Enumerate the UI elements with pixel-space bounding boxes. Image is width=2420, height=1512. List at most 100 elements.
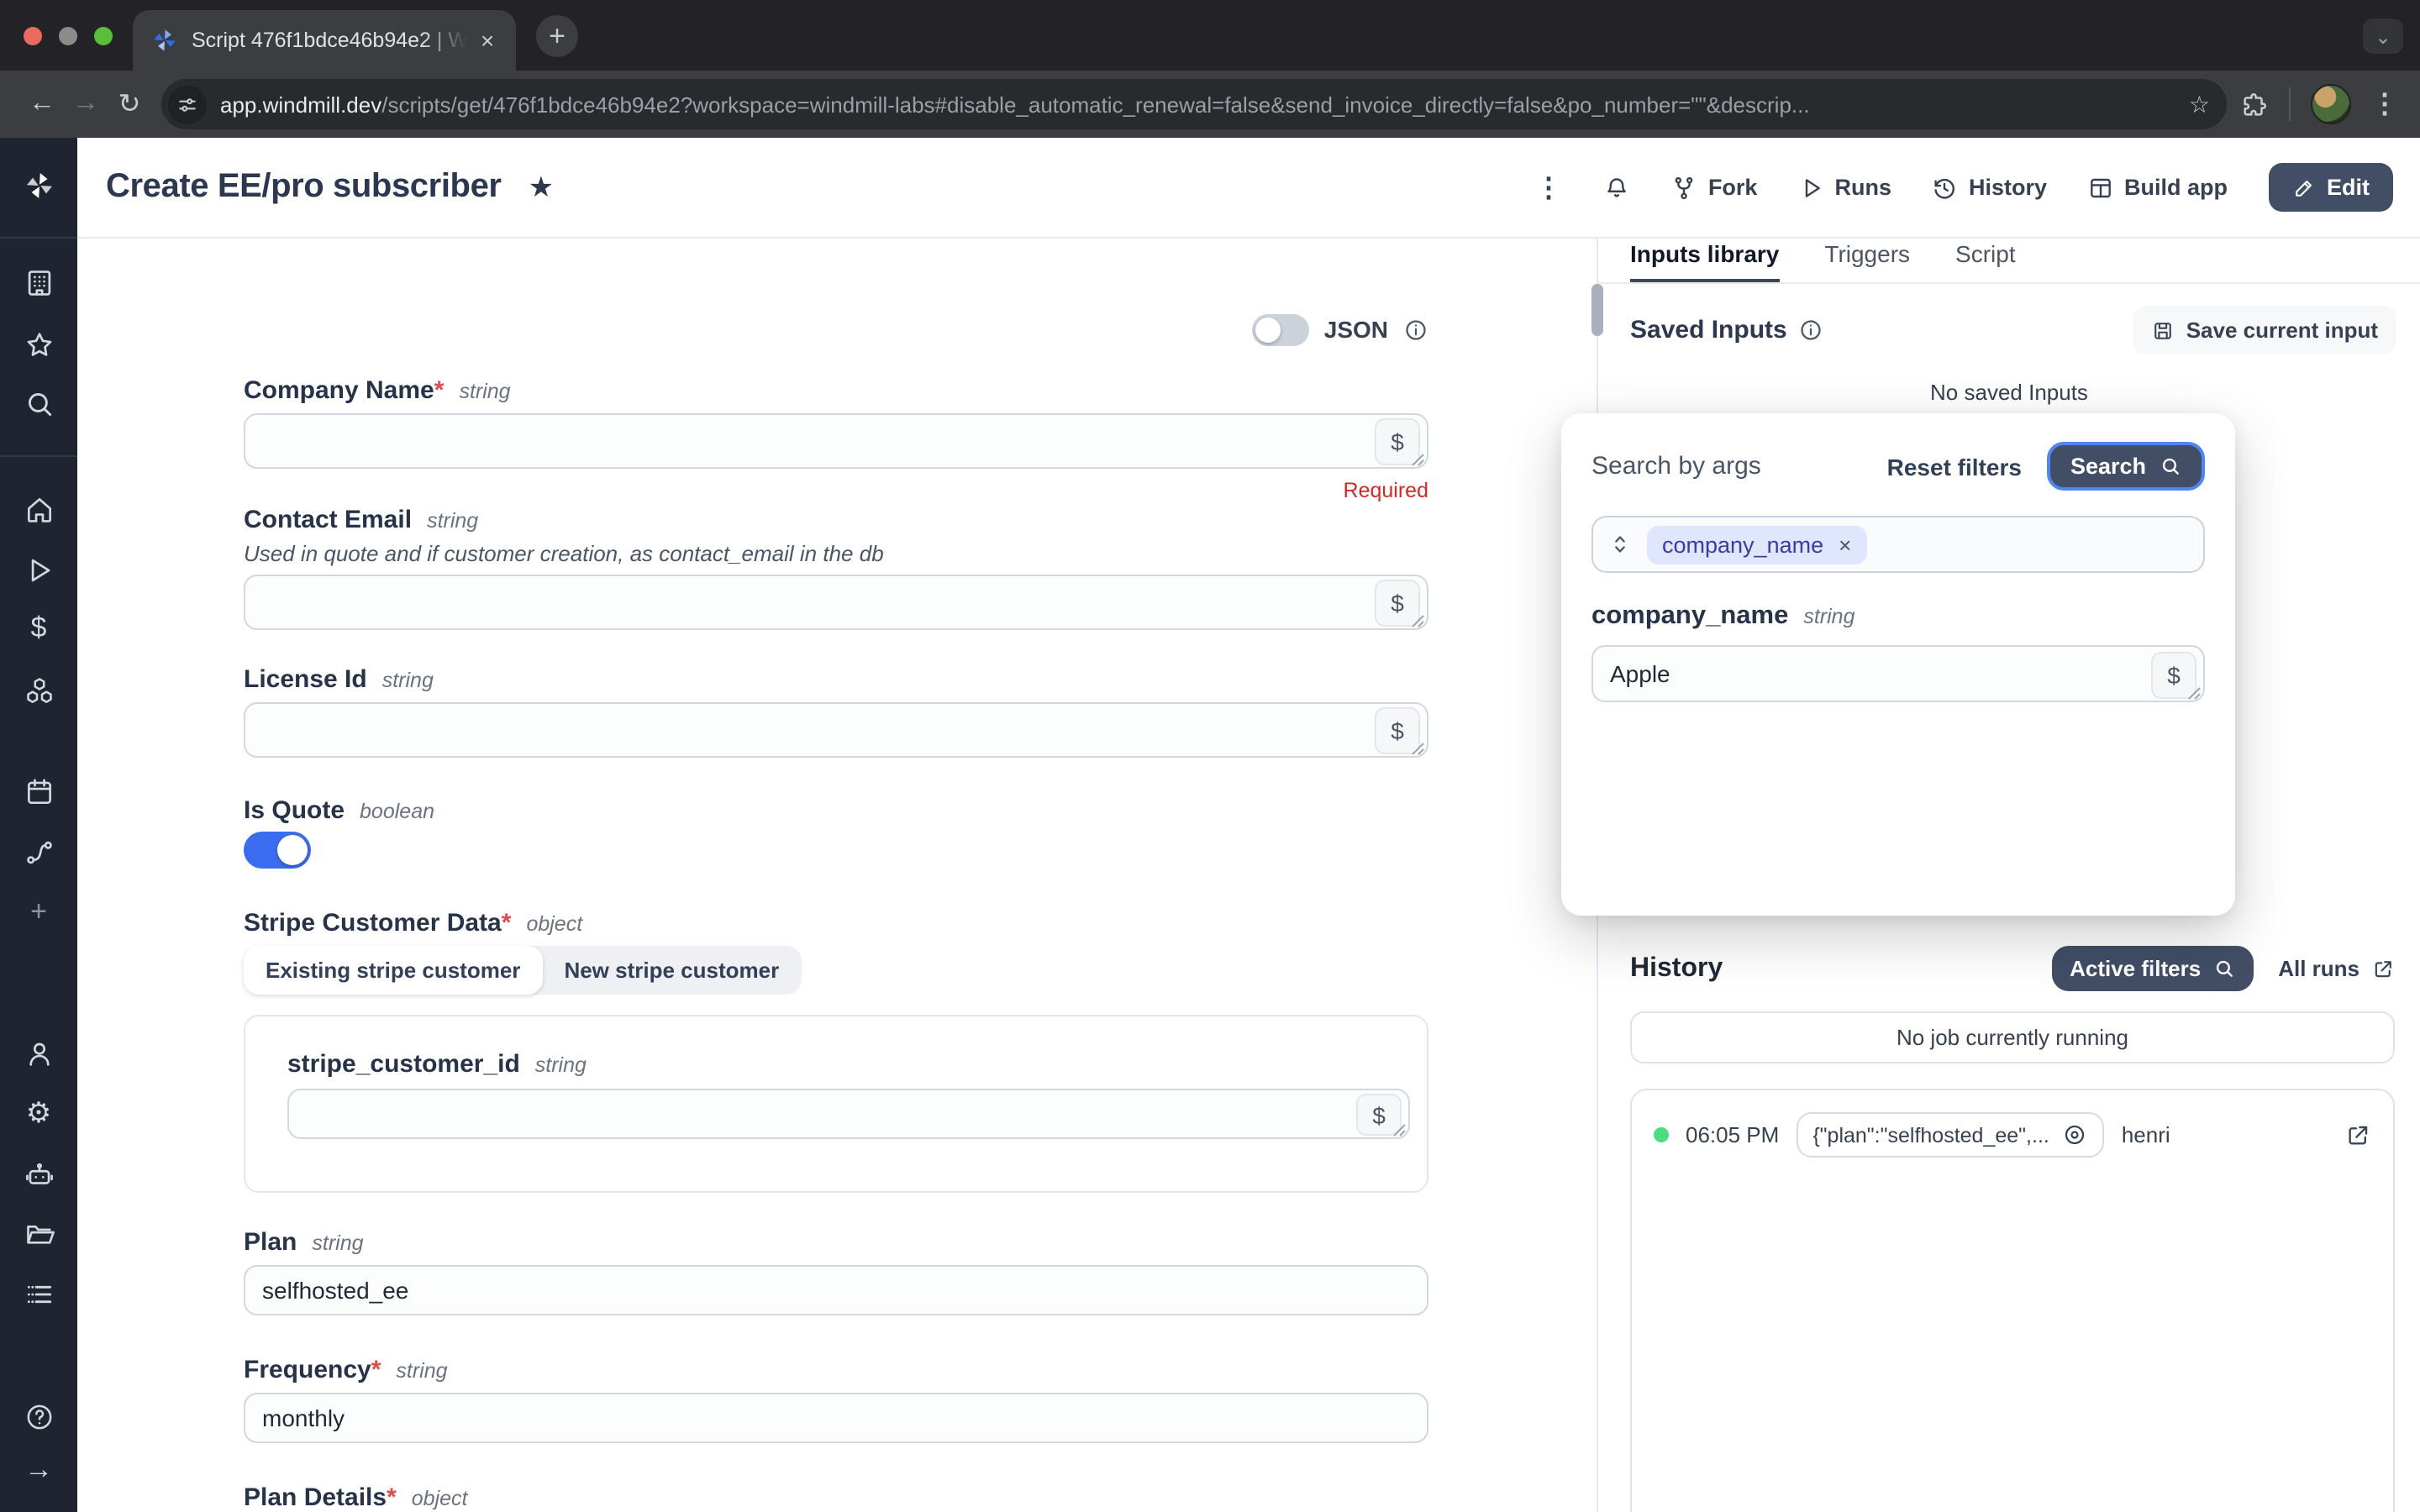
contact-email-input-field[interactable] bbox=[262, 589, 1360, 616]
close-window-button[interactable] bbox=[24, 27, 42, 45]
open-job-icon[interactable] bbox=[2344, 1121, 2371, 1148]
tab-search-chevron-icon[interactable]: ⌄ bbox=[2363, 18, 2403, 54]
tab-close-icon[interactable]: × bbox=[472, 25, 502, 55]
tab-existing-stripe-customer[interactable]: Existing stripe customer bbox=[244, 946, 542, 995]
sidebar-item-home[interactable] bbox=[23, 492, 55, 526]
stripe-customer-id-input-field[interactable] bbox=[306, 1100, 1341, 1127]
sidebar-item-audit-logs[interactable] bbox=[23, 1277, 55, 1310]
save-current-input-button[interactable]: Save current input bbox=[2133, 306, 2396, 354]
new-tab-button[interactable]: + bbox=[536, 15, 578, 57]
zoom-window-button[interactable] bbox=[94, 27, 113, 45]
history-button[interactable]: History bbox=[1932, 174, 2047, 201]
edit-button[interactable]: Edit bbox=[2268, 163, 2393, 212]
bookmark-star-icon[interactable]: ☆ bbox=[2189, 90, 2210, 118]
job-time: 06:05 PM bbox=[1686, 1122, 1779, 1147]
is-quote-toggle[interactable] bbox=[244, 832, 311, 869]
sidebar-item-runs[interactable] bbox=[23, 553, 55, 586]
resize-handle-icon[interactable] bbox=[1410, 613, 1425, 628]
macos-traffic-lights[interactable] bbox=[24, 27, 113, 45]
sidebar-item-folders[interactable] bbox=[23, 1216, 55, 1250]
runs-button[interactable]: Runs bbox=[1797, 174, 1891, 201]
sidebar-item-settings[interactable]: ⚙ bbox=[26, 1097, 52, 1131]
fork-button[interactable]: Fork bbox=[1671, 174, 1758, 201]
job-args-pill[interactable]: {"plan":"selfhosted_ee",... bbox=[1796, 1112, 2105, 1158]
tab-title: Script 476f1bdce46b94e2 | W bbox=[192, 29, 472, 52]
extensions-icon[interactable] bbox=[2240, 90, 2269, 118]
stripe-customer-id-input[interactable]: $ bbox=[287, 1089, 1410, 1139]
resize-handle-icon[interactable] bbox=[1410, 452, 1425, 467]
forward-icon[interactable]: → bbox=[64, 89, 108, 119]
reset-filters-button[interactable]: Reset filters bbox=[1887, 453, 2022, 480]
sidebar-expand-icon[interactable]: → bbox=[24, 1453, 53, 1487]
notifications-bell-icon[interactable] bbox=[1604, 174, 1631, 201]
remove-chip-icon[interactable]: × bbox=[1839, 532, 1851, 557]
plan-input-field[interactable] bbox=[262, 1277, 1410, 1304]
field-type: string bbox=[396, 1359, 447, 1383]
resize-handle-icon[interactable] bbox=[1410, 741, 1425, 756]
company-name-input[interactable]: $ bbox=[244, 413, 1428, 469]
resize-handle-icon[interactable] bbox=[1392, 1122, 1407, 1137]
frequency-input-field[interactable] bbox=[262, 1404, 1410, 1431]
arg-filter-select[interactable]: company_name × bbox=[1591, 516, 2205, 573]
windmill-logo[interactable] bbox=[23, 166, 55, 203]
sidebar-divider bbox=[0, 455, 77, 457]
url-text[interactable]: app.windmill.dev/scripts/get/476f1bdce46… bbox=[220, 92, 2175, 117]
sidebar-item-add[interactable]: + bbox=[30, 895, 47, 929]
active-filters-button[interactable]: Active filters bbox=[2051, 946, 2253, 991]
sidebar-item-users[interactable] bbox=[23, 1037, 55, 1070]
resize-handle-icon[interactable] bbox=[2186, 685, 2202, 701]
sidebar-item-schedules[interactable] bbox=[23, 774, 55, 808]
sidebar-item-favorites[interactable] bbox=[23, 328, 55, 361]
tab-inputs-library[interactable]: Inputs library bbox=[1630, 239, 1779, 282]
all-runs-link[interactable]: All runs bbox=[2278, 956, 2395, 981]
profile-avatar[interactable] bbox=[2311, 84, 2351, 124]
no-job-banner: No job currently running bbox=[1630, 1011, 2395, 1063]
external-link-icon bbox=[2371, 957, 2395, 980]
info-icon[interactable] bbox=[1799, 318, 1824, 343]
sidebar-item-search[interactable] bbox=[23, 386, 55, 420]
field-type: object bbox=[412, 1487, 468, 1510]
sidebar-item-help[interactable] bbox=[23, 1399, 55, 1433]
info-icon[interactable] bbox=[1403, 317, 1428, 342]
tab-script[interactable]: Script bbox=[1955, 239, 2016, 282]
script-run-form: JSON Company Name* string $ Required Con… bbox=[77, 239, 1597, 1512]
browser-toolbar: ← → ↻ app.windmill.dev/scripts/get/476f1… bbox=[0, 71, 2420, 138]
tab-new-stripe-customer[interactable]: New stripe customer bbox=[542, 946, 801, 995]
favorite-star-icon[interactable]: ★ bbox=[529, 171, 555, 204]
more-options-icon[interactable]: ⋮ bbox=[1535, 171, 1564, 204]
browser-tab[interactable]: Script 476f1bdce46b94e2 | W × bbox=[133, 10, 516, 71]
site-settings-icon[interactable] bbox=[168, 85, 207, 123]
json-toggle-label: JSON bbox=[1324, 316, 1388, 343]
arg-chip-company-name[interactable]: company_name × bbox=[1647, 525, 1866, 564]
panel-resize-handle[interactable] bbox=[1591, 284, 1603, 336]
field-label-plan-details: Plan Details bbox=[244, 1483, 387, 1512]
address-bar[interactable]: app.windmill.dev/scripts/get/476f1bdce46… bbox=[161, 79, 2227, 129]
field-label-is-quote: Is Quote bbox=[244, 796, 345, 825]
job-row[interactable]: 06:05 PM {"plan":"selfhosted_ee",... hen… bbox=[1654, 1112, 2371, 1158]
field-label-plan: Plan bbox=[244, 1228, 297, 1257]
plan-input[interactable] bbox=[244, 1265, 1428, 1315]
url-path: /scripts/get/476f1bdce46b94e2?workspace=… bbox=[381, 92, 1809, 117]
minimize-window-button[interactable] bbox=[59, 27, 77, 45]
sidebar-item-resources[interactable] bbox=[23, 674, 55, 707]
contact-email-input[interactable]: $ bbox=[244, 575, 1428, 630]
back-icon[interactable]: ← bbox=[20, 89, 64, 119]
frequency-input[interactable] bbox=[244, 1393, 1428, 1443]
json-toggle[interactable] bbox=[1252, 313, 1309, 345]
license-id-input-field[interactable] bbox=[262, 717, 1360, 743]
panel-tabs: Inputs library Triggers Script bbox=[1598, 239, 2420, 284]
browser-menu-icon[interactable]: ⋮ bbox=[2371, 87, 2400, 121]
company-name-filter-input[interactable]: $ bbox=[1591, 645, 2205, 702]
license-id-input[interactable]: $ bbox=[244, 702, 1428, 758]
sidebar-item-workers[interactable] bbox=[23, 1158, 55, 1191]
company-name-filter-input-field[interactable] bbox=[1610, 660, 2136, 687]
company-name-input-field[interactable] bbox=[262, 428, 1360, 454]
sidebar-item-workspace[interactable] bbox=[23, 265, 55, 299]
search-button[interactable]: Search bbox=[2047, 442, 2205, 491]
sidebar-item-flows[interactable] bbox=[23, 835, 55, 869]
reload-icon[interactable]: ↻ bbox=[108, 87, 151, 121]
sidebar-item-billing[interactable]: $ bbox=[31, 612, 47, 645]
saved-inputs-title: Saved Inputs bbox=[1630, 316, 1787, 344]
build-app-button[interactable]: Build app bbox=[2087, 174, 2228, 201]
tab-triggers[interactable]: Triggers bbox=[1824, 239, 1910, 282]
